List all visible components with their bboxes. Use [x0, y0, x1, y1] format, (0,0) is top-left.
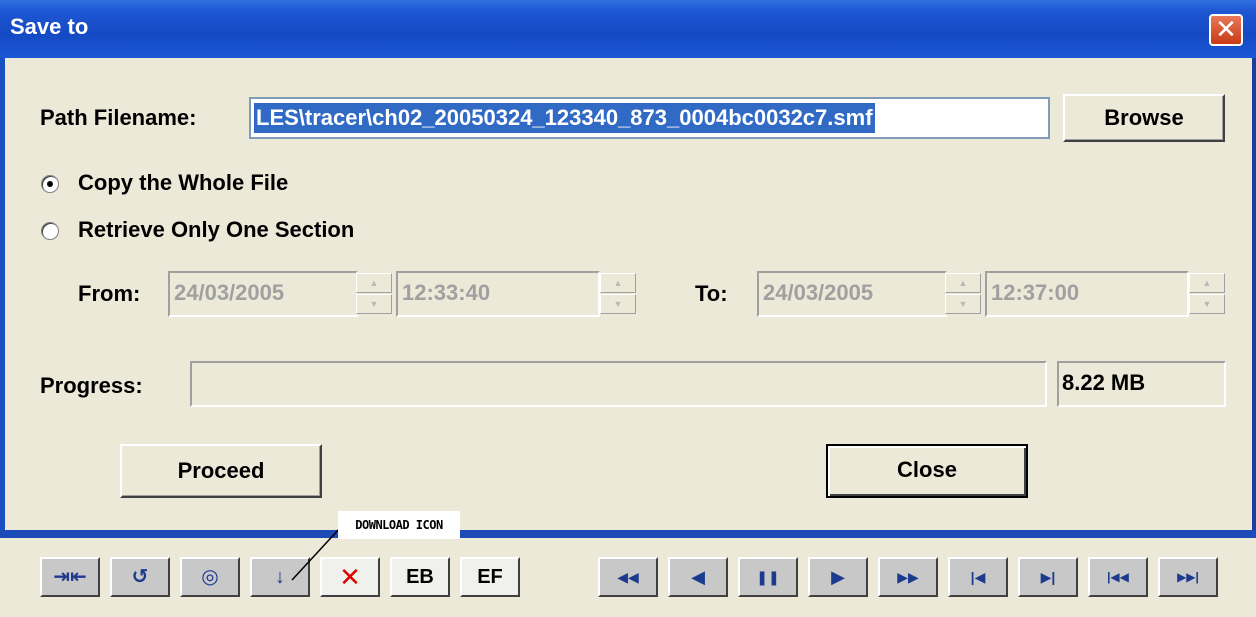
spin-down-icon: ▼	[600, 294, 636, 314]
step-forward-button[interactable]: ▶|	[1018, 557, 1078, 597]
download-button[interactable]: ↓	[250, 557, 310, 597]
skip-start-button[interactable]: |◀◀	[1088, 557, 1148, 597]
step-back-button[interactable]: |◀	[948, 557, 1008, 597]
fast-forward-button[interactable]: ▶▶	[878, 557, 938, 597]
play-reverse-icon: ◀	[691, 567, 705, 587]
from-label: From:	[78, 281, 141, 306]
skip-start-icon: |◀◀	[1107, 570, 1129, 584]
browse-button[interactable]: Browse	[1063, 94, 1225, 142]
record-button[interactable]: ◎	[180, 557, 240, 597]
ef-button[interactable]: EF	[460, 557, 520, 597]
proceed-button[interactable]: Proceed	[120, 444, 322, 498]
close-button[interactable]: Close	[826, 444, 1028, 498]
to-time-field: 12:37:00	[985, 271, 1189, 317]
download-icon-callout: DOWNLOAD ICON	[338, 511, 460, 539]
to-label: To:	[695, 281, 728, 306]
step-back-icon: |◀	[970, 569, 986, 585]
play-icon: ▶	[831, 567, 845, 587]
spin-down-icon: ▼	[945, 294, 981, 314]
copy-whole-file-radio[interactable]	[41, 175, 59, 193]
dialog-title: Save to	[10, 14, 89, 39]
fast-rewind-icon: ◀◀	[617, 569, 639, 585]
step-forward-icon: ▶|	[1040, 569, 1056, 585]
refresh-button[interactable]: ↺	[110, 557, 170, 597]
spin-down-icon: ▼	[1189, 294, 1225, 314]
download-icon: ↓	[275, 566, 285, 588]
to-date-field: 24/03/2005	[757, 271, 947, 317]
skip-end-icon: ▶▶|	[1177, 570, 1199, 584]
path-filename-input[interactable]: LES\tracer\ch02_20050324_123340_873_0004…	[249, 97, 1050, 139]
spin-up-icon: ▲	[945, 273, 981, 293]
record-icon: ◎	[201, 566, 219, 588]
expand-icon: ⇥⇤	[53, 566, 87, 588]
play-reverse-button[interactable]: ◀	[668, 557, 728, 597]
progress-label: Progress:	[40, 373, 143, 398]
spin-up-icon: ▲	[356, 273, 392, 293]
spin-up-icon: ▲	[1189, 273, 1225, 293]
from-date-field: 24/03/2005	[168, 271, 358, 317]
fast-rewind-button[interactable]: ◀◀	[598, 557, 658, 597]
title-bar[interactable]: Save to ✕	[0, 0, 1256, 58]
to-time-spinner: ▲ ▼	[1189, 273, 1225, 315]
delete-icon: ✕	[339, 562, 361, 592]
from-time-spinner: ▲ ▼	[600, 273, 636, 315]
close-window-icon[interactable]: ✕	[1209, 14, 1243, 46]
spin-down-icon: ▼	[356, 294, 392, 314]
skip-end-button[interactable]: ▶▶|	[1158, 557, 1218, 597]
delete-button[interactable]: ✕	[320, 557, 380, 597]
to-date-spinner: ▲ ▼	[945, 273, 981, 315]
window-bottom-border	[0, 530, 1256, 538]
from-time-field: 12:33:40	[396, 271, 600, 317]
refresh-icon: ↺	[131, 566, 149, 588]
save-to-dialog: Save to ✕ Path Filename: LES\tracer\ch02…	[0, 0, 1256, 538]
copy-whole-file-label[interactable]: Copy the Whole File	[78, 170, 288, 196]
spin-up-icon: ▲	[600, 273, 636, 293]
retrieve-section-radio[interactable]	[41, 222, 59, 240]
fast-forward-icon: ▶▶	[897, 569, 919, 585]
file-size-display: 8.22 MB	[1057, 361, 1226, 407]
path-filename-value: LES\tracer\ch02_20050324_123340_873_0004…	[254, 103, 875, 133]
retrieve-section-label[interactable]: Retrieve Only One Section	[78, 217, 354, 243]
play-button[interactable]: ▶	[808, 557, 868, 597]
window-left-border	[0, 58, 5, 538]
pause-icon: ❚❚	[756, 569, 780, 585]
progress-bar	[190, 361, 1047, 407]
from-date-spinner: ▲ ▼	[356, 273, 392, 315]
pause-button[interactable]: ❚❚	[738, 557, 798, 597]
expand-button[interactable]: ⇥⇤	[40, 557, 100, 597]
eb-button[interactable]: EB	[390, 557, 450, 597]
path-filename-label: Path Filename:	[40, 105, 197, 130]
